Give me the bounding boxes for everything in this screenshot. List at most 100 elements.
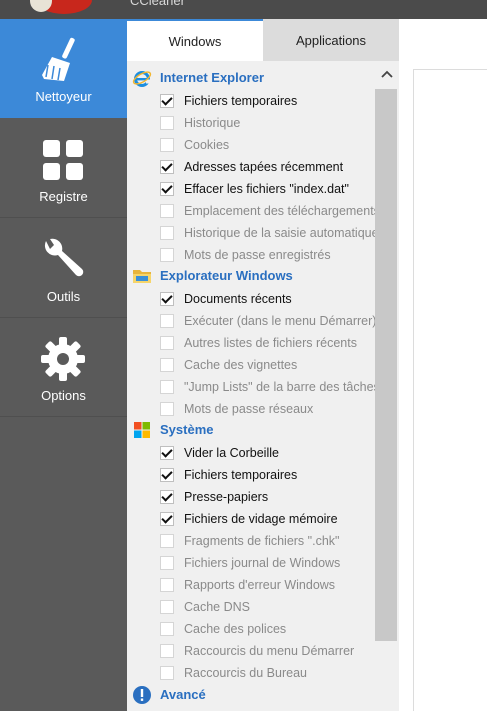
app-logo [30, 0, 92, 14]
list-item: Mots de passe réseaux [127, 398, 375, 420]
item-label: Fragments de fichiers ".chk" [184, 534, 340, 548]
item-label: Vider la Corbeille [184, 446, 279, 460]
list-item: Fragments de fichiers ".chk" [127, 530, 375, 552]
sidebar-item-outils[interactable]: Outils [0, 219, 127, 318]
checkbox-ie-history[interactable] [160, 116, 174, 130]
item-label: Documents récents [184, 292, 292, 306]
grid-icon [43, 140, 83, 180]
sidebar-item-nettoyeur[interactable]: Nettoyeur [0, 19, 127, 118]
item-label: Historique de la saisie automatique [184, 226, 375, 240]
item-label: Fichiers journal de Windows [184, 556, 341, 570]
wrench-icon [44, 238, 84, 277]
list-item: Adresses tapées récemment [127, 156, 375, 178]
item-label: Fichiers temporaires [184, 94, 298, 108]
window-title: CCleaner [130, 0, 185, 8]
checkbox-clipboard[interactable] [160, 490, 174, 504]
checkbox-windows-logs[interactable] [160, 556, 174, 570]
checkbox-empty-recycle-bin[interactable] [160, 446, 174, 460]
item-label: Mots de passe enregistrés [184, 248, 331, 262]
sidebar-item-registre[interactable]: Registre [0, 119, 127, 218]
list-item: Autres listes de fichiers récents [127, 332, 375, 354]
sidebar-item-label: Options [41, 388, 86, 403]
checkbox-font-cache[interactable] [160, 622, 174, 636]
checkbox-chk-fragments[interactable] [160, 534, 174, 548]
checkbox-memory-dumps[interactable] [160, 512, 174, 526]
item-label: Emplacement des téléchargements [184, 204, 375, 218]
checkbox-thumbnail-cache[interactable] [160, 358, 174, 372]
list-item: Raccourcis du menu Démarrer [127, 640, 375, 662]
item-label: Effacer les fichiers "index.dat" [184, 182, 349, 196]
list-item: Cookies [127, 134, 375, 156]
list-item: Historique [127, 112, 375, 134]
item-label: Adresses tapées récemment [184, 160, 344, 174]
broom-icon [42, 37, 75, 81]
list-item: Fichiers de vidage mémoire [127, 508, 375, 530]
section-title: Système [160, 422, 214, 437]
item-label: Historique [184, 116, 241, 130]
checkbox-ie-cookies[interactable] [160, 138, 174, 152]
windows-logo-icon [134, 422, 150, 438]
scrollbar-thumb[interactable] [375, 89, 397, 641]
list-item: Cache des polices [127, 618, 375, 640]
checkbox-error-reports[interactable] [160, 578, 174, 592]
list-item: Historique de la saisie automatique [127, 222, 375, 244]
chevron-up-icon[interactable] [379, 67, 395, 81]
item-label: Autres listes de fichiers récents [184, 336, 357, 350]
tab-bar: Windows Applications [127, 19, 399, 61]
item-label: "Jump Lists" de la barre des tâches [184, 380, 375, 394]
item-label: Exécuter (dans le menu Démarrer) [184, 314, 375, 328]
sidebar: Nettoyeur Registre Outils Options [0, 19, 127, 711]
checkbox-dns-cache[interactable] [160, 600, 174, 614]
list-item: "Jump Lists" de la barre des tâches [127, 376, 375, 398]
tab-applications[interactable]: Applications [263, 19, 399, 61]
checkbox-jump-lists[interactable] [160, 380, 174, 394]
item-label: Cache des polices [184, 622, 287, 636]
checkbox-ie-autocomplete[interactable] [160, 226, 174, 240]
section-internet-explorer[interactable]: Internet Explorer [127, 67, 375, 89]
checkbox-ie-passwords[interactable] [160, 248, 174, 262]
sidebar-item-label: Outils [46, 289, 81, 304]
list-item: Effacer les fichiers "index.dat" [127, 178, 375, 200]
item-label: Raccourcis du menu Démarrer [184, 644, 355, 658]
checkbox-ie-index-dat[interactable] [160, 182, 174, 196]
checkbox-ie-typed-urls[interactable] [160, 160, 174, 174]
sidebar-item-label: Registre [39, 189, 88, 204]
section-title: Explorateur Windows [160, 268, 293, 283]
list-item: Exécuter (dans le menu Démarrer) [127, 310, 375, 332]
section-avance[interactable]: Avancé [127, 684, 375, 706]
list-item: Vider la Corbeille [127, 442, 375, 464]
results-panel [413, 69, 487, 711]
list-item: Fichiers temporaires [127, 90, 375, 112]
item-label: Fichiers de vidage mémoire [184, 512, 338, 526]
checkbox-other-mru[interactable] [160, 336, 174, 350]
list-scrollbar[interactable] [375, 61, 399, 711]
item-label: Cache des vignettes [184, 358, 298, 372]
list-item: Presse-papiers [127, 486, 375, 508]
list-item: Mots de passe enregistrés [127, 244, 375, 266]
item-label: Mots de passe réseaux [184, 402, 314, 416]
list-item: Fichiers temporaires [127, 464, 375, 486]
checkbox-network-passwords[interactable] [160, 402, 174, 416]
list-item [127, 707, 375, 711]
section-systeme[interactable]: Système [127, 419, 375, 441]
tab-windows[interactable]: Windows [127, 19, 263, 61]
checkbox-ie-download-location[interactable] [160, 204, 174, 218]
section-title: Internet Explorer [160, 70, 265, 85]
checkbox-system-temp-files[interactable] [160, 468, 174, 482]
checkbox-run-start-menu[interactable] [160, 314, 174, 328]
sidebar-item-options[interactable]: Options [0, 318, 127, 417]
list-item: Rapports d'erreur Windows [127, 574, 375, 596]
list-item: Emplacement des téléchargements [127, 200, 375, 222]
section-title: Avancé [160, 687, 206, 702]
info-exclamation-icon [133, 686, 151, 704]
checkbox-recent-documents[interactable] [160, 292, 174, 306]
checkbox-ie-temp-files[interactable] [160, 94, 174, 108]
cleaner-checklist: Internet Explorer Fichiers temporaires H… [127, 61, 375, 711]
item-label: Rapports d'erreur Windows [184, 578, 336, 592]
checkbox-start-menu-shortcuts[interactable] [160, 644, 174, 658]
section-explorateur-windows[interactable]: Explorateur Windows [127, 265, 375, 287]
checkbox-desktop-shortcuts[interactable] [160, 666, 174, 680]
item-label: Fichiers temporaires [184, 468, 298, 482]
list-item: Cache DNS [127, 596, 375, 618]
list-item: Fichiers journal de Windows [127, 552, 375, 574]
